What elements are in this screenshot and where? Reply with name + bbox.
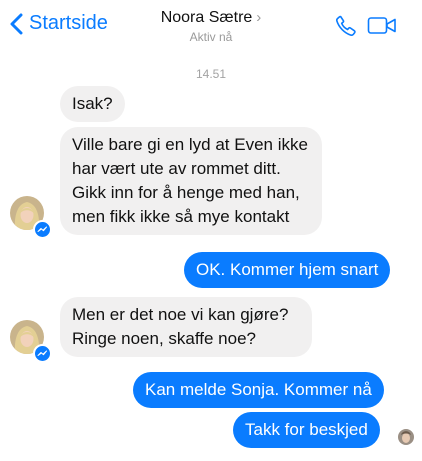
video-call-button[interactable] <box>367 16 397 41</box>
outgoing-message[interactable]: Takk for beskjed <box>233 412 380 448</box>
outgoing-message[interactable]: OK. Kommer hjem snart <box>184 252 391 288</box>
call-button[interactable] <box>334 14 358 43</box>
messenger-badge-icon <box>33 220 52 239</box>
conversation-header: Startside Noora Sætre › Aktiv nå <box>0 0 422 52</box>
contact-title[interactable]: Noora Sætre › Aktiv nå <box>0 9 422 44</box>
incoming-message[interactable]: Isak? <box>60 86 125 122</box>
video-camera-icon <box>367 17 397 40</box>
chevron-right-icon: › <box>256 9 262 26</box>
read-receipt-avatar <box>398 429 414 445</box>
phone-icon <box>334 15 358 42</box>
incoming-message[interactable]: Ville bare gi en lyd at Even ikke har væ… <box>60 127 322 235</box>
contact-name: Noora Sætre <box>160 9 253 26</box>
active-status: Aktiv nå <box>189 30 233 44</box>
outgoing-message[interactable]: Kan melde Sonja. Kommer nå <box>133 372 384 408</box>
messenger-badge-icon <box>33 344 52 363</box>
incoming-message[interactable]: Men er det noe vi kan gjøre? Ringe noen,… <box>60 297 312 357</box>
message-timestamp: 14.51 <box>195 67 227 81</box>
